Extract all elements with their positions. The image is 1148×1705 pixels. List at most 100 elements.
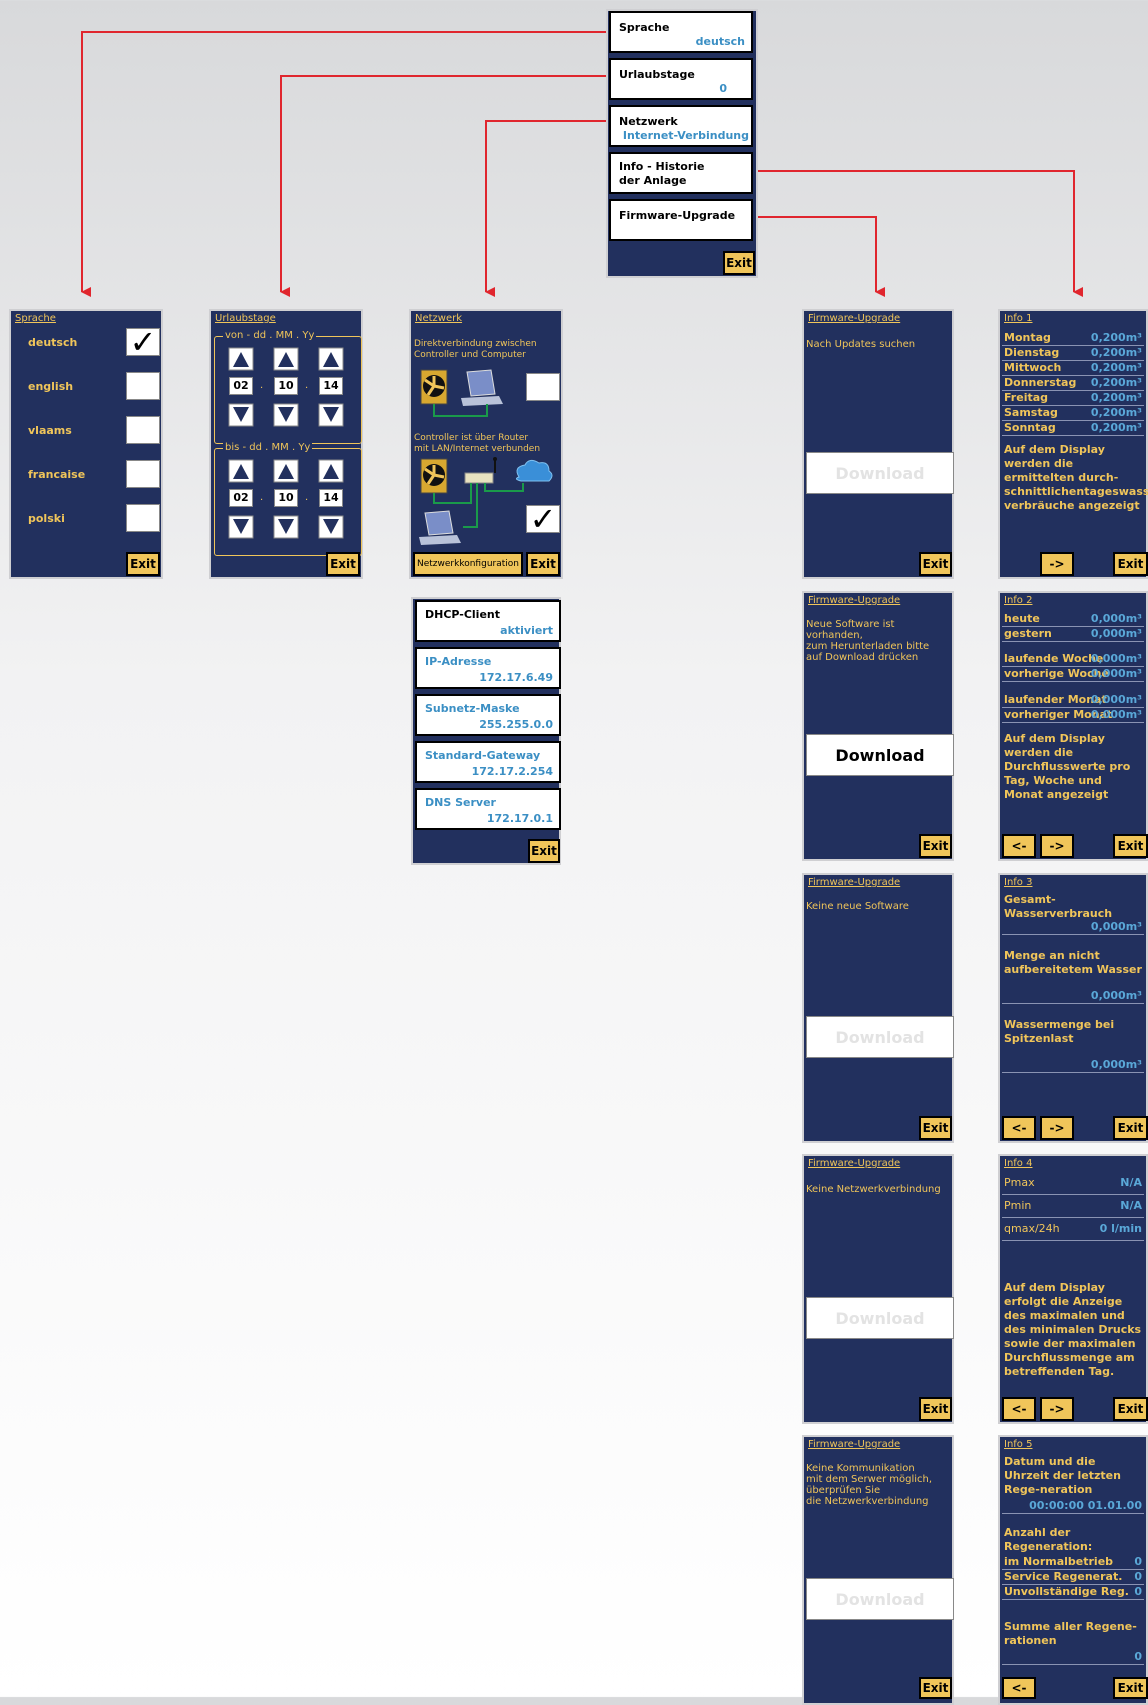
next-button[interactable]: -> bbox=[1040, 1397, 1074, 1421]
firmware-panel-no-new-software: Firmware-Upgrade Keine neue Software Dow… bbox=[802, 873, 954, 1143]
row-label: Sonntag bbox=[1004, 421, 1056, 434]
menu-item-info-historie[interactable]: Info - Historie der Anlage bbox=[609, 152, 753, 194]
field-value: 172.17.2.254 bbox=[471, 765, 553, 778]
connector-info bbox=[756, 170, 1083, 297]
download-button[interactable]: Download bbox=[806, 1016, 954, 1058]
exit-button[interactable]: Exit bbox=[919, 1677, 952, 1699]
exit-button[interactable]: Exit bbox=[919, 552, 952, 576]
next-button[interactable]: -> bbox=[1040, 552, 1074, 576]
untreated-water-label: Menge an nicht aufbereitetem Wasser bbox=[1004, 949, 1142, 976]
row-label: gestern bbox=[1004, 627, 1052, 640]
next-button[interactable]: -> bbox=[1040, 1116, 1074, 1140]
exit-button[interactable]: Exit bbox=[1113, 1397, 1148, 1421]
from-month-field[interactable]: 10 bbox=[274, 377, 298, 395]
row-value: 0,000m³ bbox=[1090, 708, 1142, 721]
row-value: 0,200m³ bbox=[1090, 361, 1142, 374]
info-row: qmax/24h 0 l/min bbox=[1002, 1222, 1144, 1241]
menu-item-sprache[interactable]: Sprache deutsch bbox=[609, 11, 753, 53]
peak-load-label: Wassermenge bei Spitzenlast bbox=[1004, 1018, 1115, 1045]
language-label: francaise bbox=[28, 468, 86, 481]
date-separator: . bbox=[260, 492, 264, 503]
from-day-field[interactable]: 02 bbox=[229, 377, 253, 395]
field-label: IP-Adresse bbox=[425, 655, 492, 668]
download-button[interactable]: Download bbox=[806, 1297, 954, 1339]
info-row: 00:00:00 01.01.00 bbox=[1002, 1499, 1144, 1514]
row-value: 0,000m³ bbox=[1090, 667, 1142, 680]
from-up-arrows bbox=[228, 347, 344, 539]
panel-title: Info 1 bbox=[1004, 313, 1033, 324]
router-connection-checkbox[interactable]: ✓ bbox=[526, 500, 560, 538]
direct-connection-checkbox[interactable] bbox=[526, 373, 560, 401]
field-label: Subnetz-Maske bbox=[425, 702, 520, 715]
info5-panel: Info 5 Datum und die Uhrzeit der letzten… bbox=[998, 1435, 1148, 1705]
netzwerk-panel: Netzwerk Direktverbindung zwischen Contr… bbox=[409, 309, 563, 579]
network-config-button[interactable]: Netzwerkkonfiguration bbox=[413, 552, 523, 576]
firmware-panel-new-software: Firmware-Upgrade Neue Software ist vorha… bbox=[802, 591, 954, 861]
menu-item-label: Netzwerk bbox=[619, 115, 678, 128]
field-label: Standard-Gateway bbox=[425, 749, 541, 762]
dns-server-field[interactable]: DNS Server 172.17.0.1 bbox=[415, 788, 561, 830]
row-label: Donnerstag bbox=[1004, 376, 1077, 389]
language-checkbox-francaise[interactable] bbox=[126, 460, 160, 488]
ip-address-field[interactable]: IP-Adresse 172.17.6.49 bbox=[415, 647, 561, 689]
info-row: Montag 0,200m³ bbox=[1002, 331, 1144, 346]
exit-button[interactable]: Exit bbox=[1113, 1116, 1148, 1140]
prev-button[interactable]: <- bbox=[1002, 1397, 1036, 1421]
info-row: im Normalbetrieb 0 bbox=[1002, 1555, 1144, 1570]
date-separator: . bbox=[305, 492, 309, 503]
download-button[interactable]: Download bbox=[806, 1578, 954, 1620]
exit-button[interactable]: Exit bbox=[1113, 552, 1148, 576]
menu-item-urlaubstage[interactable]: Urlaubstage 0 bbox=[609, 58, 753, 100]
regeneration-sum-label: Summe aller Regene-rationen bbox=[1004, 1620, 1137, 1647]
firmware-status-text: Keine Kommunikation mit dem Serwer mögli… bbox=[806, 1463, 933, 1507]
exit-button[interactable]: Exit bbox=[526, 552, 560, 576]
menu-item-firmware-upgrade[interactable]: Firmware-Upgrade bbox=[609, 199, 753, 241]
exit-button[interactable]: Exit bbox=[919, 1116, 952, 1140]
prev-button[interactable]: <- bbox=[1002, 1116, 1036, 1140]
firmware-status-text: Keine Netzwerkverbindung bbox=[806, 1184, 941, 1195]
download-button[interactable]: Download bbox=[806, 452, 954, 494]
prev-button[interactable]: <- bbox=[1002, 1677, 1036, 1699]
exit-button[interactable]: Exit bbox=[919, 1397, 952, 1421]
language-checkbox-deutsch[interactable]: ✓ bbox=[126, 323, 160, 361]
row-value: 0 l/min bbox=[1099, 1222, 1142, 1235]
info1-panel: Info 1 Montag 0,200m³ Dienstag 0,200m³ Mit… bbox=[998, 309, 1148, 579]
from-year-field[interactable]: 14 bbox=[319, 377, 343, 395]
panel-title: Firmware-Upgrade bbox=[808, 595, 901, 606]
exit-button[interactable]: Exit bbox=[126, 552, 160, 576]
exit-button[interactable]: Exit bbox=[326, 552, 360, 576]
row-value: 0,000m³ bbox=[1090, 627, 1142, 640]
urlaubstage-panel: Urlaubstage von - dd . MM . Yy bis - dd … bbox=[209, 309, 363, 579]
download-button[interactable]: Download bbox=[806, 734, 954, 776]
gateway-field[interactable]: Standard-Gateway 172.17.2.254 bbox=[415, 741, 561, 783]
cloud-icon bbox=[515, 459, 553, 482]
language-checkbox-english[interactable] bbox=[126, 372, 160, 400]
next-button[interactable]: -> bbox=[1040, 834, 1074, 858]
menu-item-netzwerk[interactable]: Netzwerk Internet-Verbindung bbox=[609, 105, 753, 147]
language-checkbox-vlaams[interactable] bbox=[126, 416, 160, 444]
to-year-field[interactable]: 14 bbox=[319, 489, 343, 507]
info-description: Auf dem Display werden die ermittelten d… bbox=[1004, 443, 1148, 512]
info-row: Service Regenerat. 0 bbox=[1002, 1570, 1144, 1585]
exit-button[interactable]: Exit bbox=[919, 834, 952, 858]
info-row: laufender Monat 0,000m³ bbox=[1002, 693, 1144, 708]
date-separator: . bbox=[305, 380, 309, 391]
to-month-field[interactable]: 10 bbox=[274, 489, 298, 507]
row-value: 0,200m³ bbox=[1090, 406, 1142, 419]
exit-button[interactable]: Exit bbox=[1113, 834, 1148, 858]
subnet-mask-field[interactable]: Subnetz-Maske 255.255.0.0 bbox=[415, 694, 561, 736]
exit-button[interactable]: Exit bbox=[1113, 1677, 1148, 1699]
language-label: vlaams bbox=[28, 424, 72, 437]
row-label: qmax/24h bbox=[1004, 1222, 1060, 1235]
exit-button[interactable]: Exit bbox=[528, 839, 560, 863]
info4-panel: Info 4 Pmax N/A Pmin N/A qmax/24h 0 l/min A… bbox=[998, 1154, 1148, 1424]
exit-button[interactable]: Exit bbox=[723, 251, 755, 275]
to-day-field[interactable]: 02 bbox=[229, 489, 253, 507]
prev-button[interactable]: <- bbox=[1002, 834, 1036, 858]
panel-title: Info 4 bbox=[1004, 1158, 1033, 1169]
network-config-panel: DHCP-Client aktiviert IP-Adresse 172.17.… bbox=[411, 597, 561, 865]
firmware-status-text: Neue Software ist vorhanden, zum Herunte… bbox=[806, 619, 930, 663]
language-checkbox-polski[interactable] bbox=[126, 504, 160, 532]
dhcp-client-field[interactable]: DHCP-Client aktiviert bbox=[415, 600, 561, 642]
flow-connectors bbox=[81, 31, 1083, 297]
